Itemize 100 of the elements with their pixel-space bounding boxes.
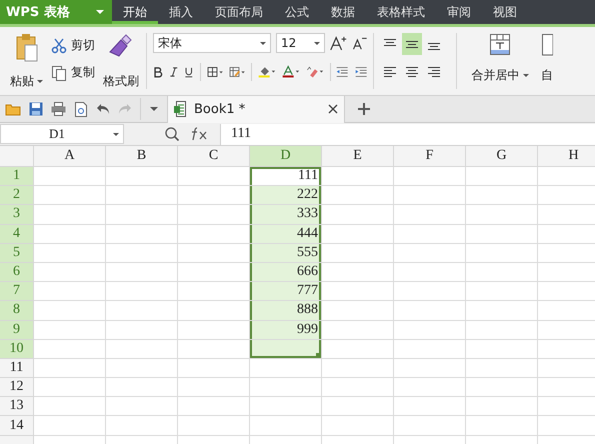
ribbon-tab[interactable]: 表格样式 (366, 0, 436, 24)
merge-cells-icon[interactable] (489, 33, 511, 57)
paste-label[interactable]: 粘贴 (10, 73, 43, 90)
grid-cell[interactable]: 555 (250, 244, 322, 263)
grid-cell[interactable] (322, 378, 394, 398)
grid-cell[interactable] (322, 224, 394, 244)
grid-cell[interactable] (394, 224, 466, 244)
column-header[interactable]: C (178, 146, 250, 167)
grid-cell[interactable] (322, 262, 394, 282)
row-header[interactable]: 4 (0, 224, 34, 244)
grid-cell[interactable] (106, 244, 178, 263)
grid-cell[interactable] (106, 397, 178, 416)
grid-cell[interactable] (106, 416, 178, 436)
grid-cell[interactable] (394, 358, 466, 378)
row-header[interactable]: 3 (0, 205, 34, 225)
row-header[interactable]: 14 (0, 416, 34, 436)
column-header[interactable]: G (466, 146, 538, 167)
grid-cell[interactable] (106, 358, 178, 378)
grid-cell[interactable] (466, 186, 538, 206)
merge-center-label[interactable]: 合并居中 (472, 67, 528, 84)
grid-cell[interactable] (322, 301, 394, 320)
grid-cell[interactable]: 888 (250, 301, 322, 320)
grid-cell[interactable] (34, 397, 106, 416)
grid-cell[interactable] (34, 186, 106, 206)
scissors-icon[interactable] (51, 38, 67, 54)
grid-cell[interactable] (466, 301, 538, 320)
grid-cell[interactable] (466, 244, 538, 263)
wrap-text-label[interactable]: 自 (541, 67, 553, 84)
row-header[interactable]: 7 (0, 282, 34, 302)
ribbon-tab[interactable]: 插入 (158, 0, 204, 24)
grid-cell[interactable] (106, 224, 178, 244)
grid-cell[interactable] (466, 224, 538, 244)
row-header[interactable]: 8 (0, 301, 34, 320)
name-box[interactable]: D1 (0, 124, 124, 144)
grid-cell[interactable] (394, 282, 466, 302)
copy-label[interactable]: 复制 (71, 64, 95, 81)
grid-cell[interactable] (34, 224, 106, 244)
zoom-icon[interactable] (164, 126, 180, 142)
column-header[interactable]: D (250, 146, 322, 167)
grid-cell[interactable] (394, 186, 466, 206)
grid-cell[interactable] (250, 397, 322, 416)
grid-cell[interactable] (250, 378, 322, 398)
ribbon-tab[interactable]: 视图 (482, 0, 528, 24)
grid-cell[interactable] (394, 378, 466, 398)
grid-cell[interactable] (322, 205, 394, 225)
print-preview-icon[interactable] (74, 102, 88, 116)
grid-cell[interactable] (106, 340, 178, 359)
grid-cell[interactable] (106, 186, 178, 206)
grid-cell[interactable]: 111 (250, 167, 322, 186)
formula-field[interactable]: 111 (220, 124, 595, 144)
column-header[interactable]: H (538, 146, 595, 167)
column-header[interactable]: F (394, 146, 466, 167)
row-header[interactable]: 1 (0, 167, 34, 186)
grid-cell[interactable] (106, 301, 178, 320)
grid-cell[interactable] (394, 262, 466, 282)
row-header[interactable]: 2 (0, 186, 34, 206)
bold-icon[interactable] (153, 64, 163, 80)
grid-cell[interactable] (34, 282, 106, 302)
clipboard-icon[interactable] (14, 33, 38, 63)
grid-cell[interactable] (466, 262, 538, 282)
column-header[interactable]: B (106, 146, 178, 167)
grid-cell[interactable] (466, 397, 538, 416)
row-header[interactable]: 6 (0, 262, 34, 282)
grid-cell[interactable] (322, 397, 394, 416)
grid-cell[interactable] (34, 167, 106, 186)
row-header[interactable]: 9 (0, 320, 34, 340)
grid-cell[interactable] (34, 301, 106, 320)
document-tab[interactable]: Book1 * (167, 96, 345, 122)
row-header[interactable]: 5 (0, 244, 34, 263)
grid-cell[interactable] (322, 167, 394, 186)
grid-cell[interactable] (466, 282, 538, 302)
app-menu-button[interactable]: WPS 表格 (0, 0, 112, 24)
grid-cell[interactable] (34, 358, 106, 378)
decrease-indent-icon[interactable] (336, 64, 349, 80)
grid-cell[interactable] (322, 282, 394, 302)
grid-cell[interactable] (106, 205, 178, 225)
grid-cell[interactable] (466, 167, 538, 186)
align-button[interactable] (402, 33, 422, 55)
grid-cell[interactable] (34, 320, 106, 340)
grid-cell[interactable]: 444 (250, 224, 322, 244)
grid-cell[interactable] (322, 416, 394, 436)
close-icon[interactable] (328, 104, 338, 114)
grid-cell[interactable] (466, 205, 538, 225)
grid-cell[interactable] (322, 320, 394, 340)
grid-cell[interactable] (466, 358, 538, 378)
undo-icon[interactable] (96, 103, 110, 115)
grid-cell[interactable] (178, 416, 250, 436)
save-icon[interactable] (29, 102, 43, 116)
row-header[interactable]: 13 (0, 397, 34, 416)
column-header[interactable]: E (322, 146, 394, 167)
grid-cell[interactable] (322, 186, 394, 206)
wrap-text-icon[interactable] (541, 33, 553, 57)
select-all-corner[interactable] (0, 146, 34, 167)
borders-icon[interactable] (206, 64, 223, 80)
folder-icon[interactable] (5, 102, 21, 116)
grid-cell[interactable]: 999 (250, 320, 322, 340)
grid-cell[interactable] (178, 378, 250, 398)
grid-cell[interactable] (34, 244, 106, 263)
grid-cell[interactable] (106, 262, 178, 282)
copy-icon[interactable] (51, 64, 67, 80)
